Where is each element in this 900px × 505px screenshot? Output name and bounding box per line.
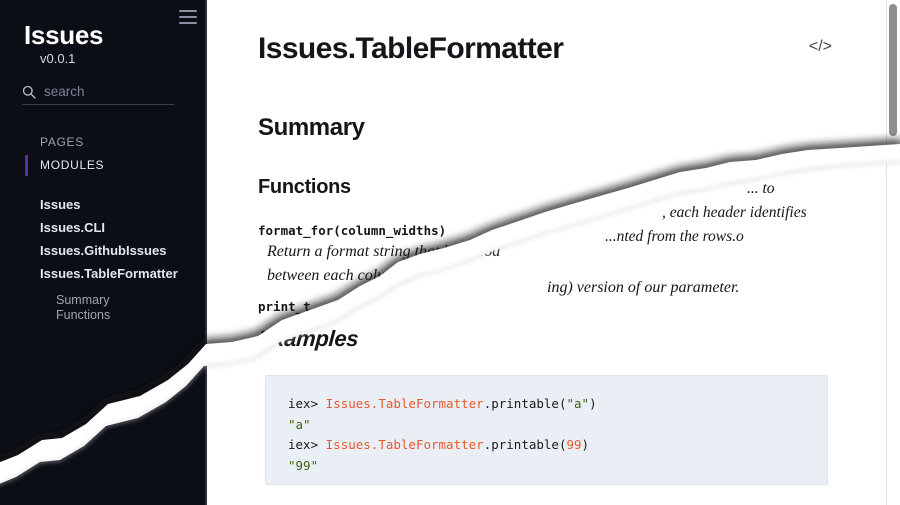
active-section-marker bbox=[25, 155, 28, 176]
heading-examples: Examples bbox=[257, 326, 360, 351]
sidebar-item-issues-tableformatter[interactable]: Issues.TableFormatter bbox=[40, 266, 178, 281]
hamburger-bar bbox=[179, 16, 197, 18]
hamburger-icon[interactable] bbox=[177, 8, 199, 26]
occluded-text-fragment: ...nted from the rows.o bbox=[605, 228, 744, 245]
function-signature[interactable]: print_t bbox=[258, 299, 311, 314]
search-icon bbox=[22, 85, 36, 99]
code-close-paren: ) bbox=[589, 396, 597, 411]
page-title: Issues.TableFormatter bbox=[258, 32, 564, 65]
scrollbar-thumb[interactable] bbox=[889, 4, 897, 136]
brand[interactable]: Issues v0.0.1 bbox=[24, 20, 104, 67]
scrollbar-track[interactable] bbox=[886, 0, 900, 505]
code-module: Issues.TableFormatter bbox=[325, 396, 484, 411]
hamburger-bar bbox=[179, 22, 197, 24]
code-close-paren: ) bbox=[581, 437, 590, 452]
sidebar: Issues v0.0.1 PAGES MODULES Issues Issue… bbox=[0, 0, 207, 505]
occluded-text-fragment: , each header identifies bbox=[662, 204, 807, 221]
heading-functions: Functions bbox=[258, 176, 351, 198]
code-prompt: iex> bbox=[288, 396, 326, 411]
occluded-text-fragment: ... to bbox=[747, 180, 775, 197]
code-argument: 99 bbox=[566, 437, 582, 452]
sidebar-item-issues[interactable]: Issues bbox=[40, 197, 80, 212]
code-output: "99" bbox=[288, 457, 319, 473]
function-signature[interactable]: format_for(column_widths) bbox=[258, 223, 446, 238]
code-call: .printable( bbox=[483, 396, 567, 411]
main-content: Issues.TableFormatter </> Summary Functi… bbox=[207, 0, 900, 505]
brand-version: v0.0.1 bbox=[40, 51, 76, 67]
sidebar-item-issues-cli[interactable]: Issues.CLI bbox=[40, 220, 105, 235]
function-description-line: ing) version of our parameter. bbox=[547, 279, 740, 296]
documentation-viewer: Issues v0.0.1 PAGES MODULES Issues Issue… bbox=[0, 0, 900, 505]
search-box[interactable] bbox=[22, 84, 207, 105]
search-input[interactable] bbox=[44, 84, 207, 99]
sidebar-subitem-functions[interactable]: Functions bbox=[56, 308, 110, 322]
code-brackets-icon[interactable]: </> bbox=[809, 38, 832, 56]
code-example-text: iex> Issues.TableFormatter.printable("a"… bbox=[266, 376, 827, 494]
sidebar-subitem-summary[interactable]: Summary bbox=[56, 293, 109, 307]
brand-title: Issues bbox=[24, 20, 104, 50]
sidebar-item-issues-githubissues[interactable]: Issues.GithubIssues bbox=[40, 243, 166, 258]
code-example-block: iex> Issues.TableFormatter.printable("a"… bbox=[265, 375, 828, 485]
code-call: .printable( bbox=[483, 437, 567, 452]
function-description-line: between each colum bbox=[267, 267, 397, 284]
code-argument: "a" bbox=[566, 396, 590, 411]
function-description-line: Return a format string that hard cod bbox=[267, 243, 501, 260]
code-prompt: iex> bbox=[288, 437, 326, 452]
sidebar-section-modules[interactable]: MODULES bbox=[40, 158, 104, 172]
sidebar-section-pages[interactable]: PAGES bbox=[40, 135, 84, 149]
code-output: "a" bbox=[288, 416, 311, 432]
heading-summary: Summary bbox=[258, 114, 365, 141]
code-module: Issues.TableFormatter bbox=[325, 437, 484, 452]
hamburger-bar bbox=[179, 10, 197, 12]
